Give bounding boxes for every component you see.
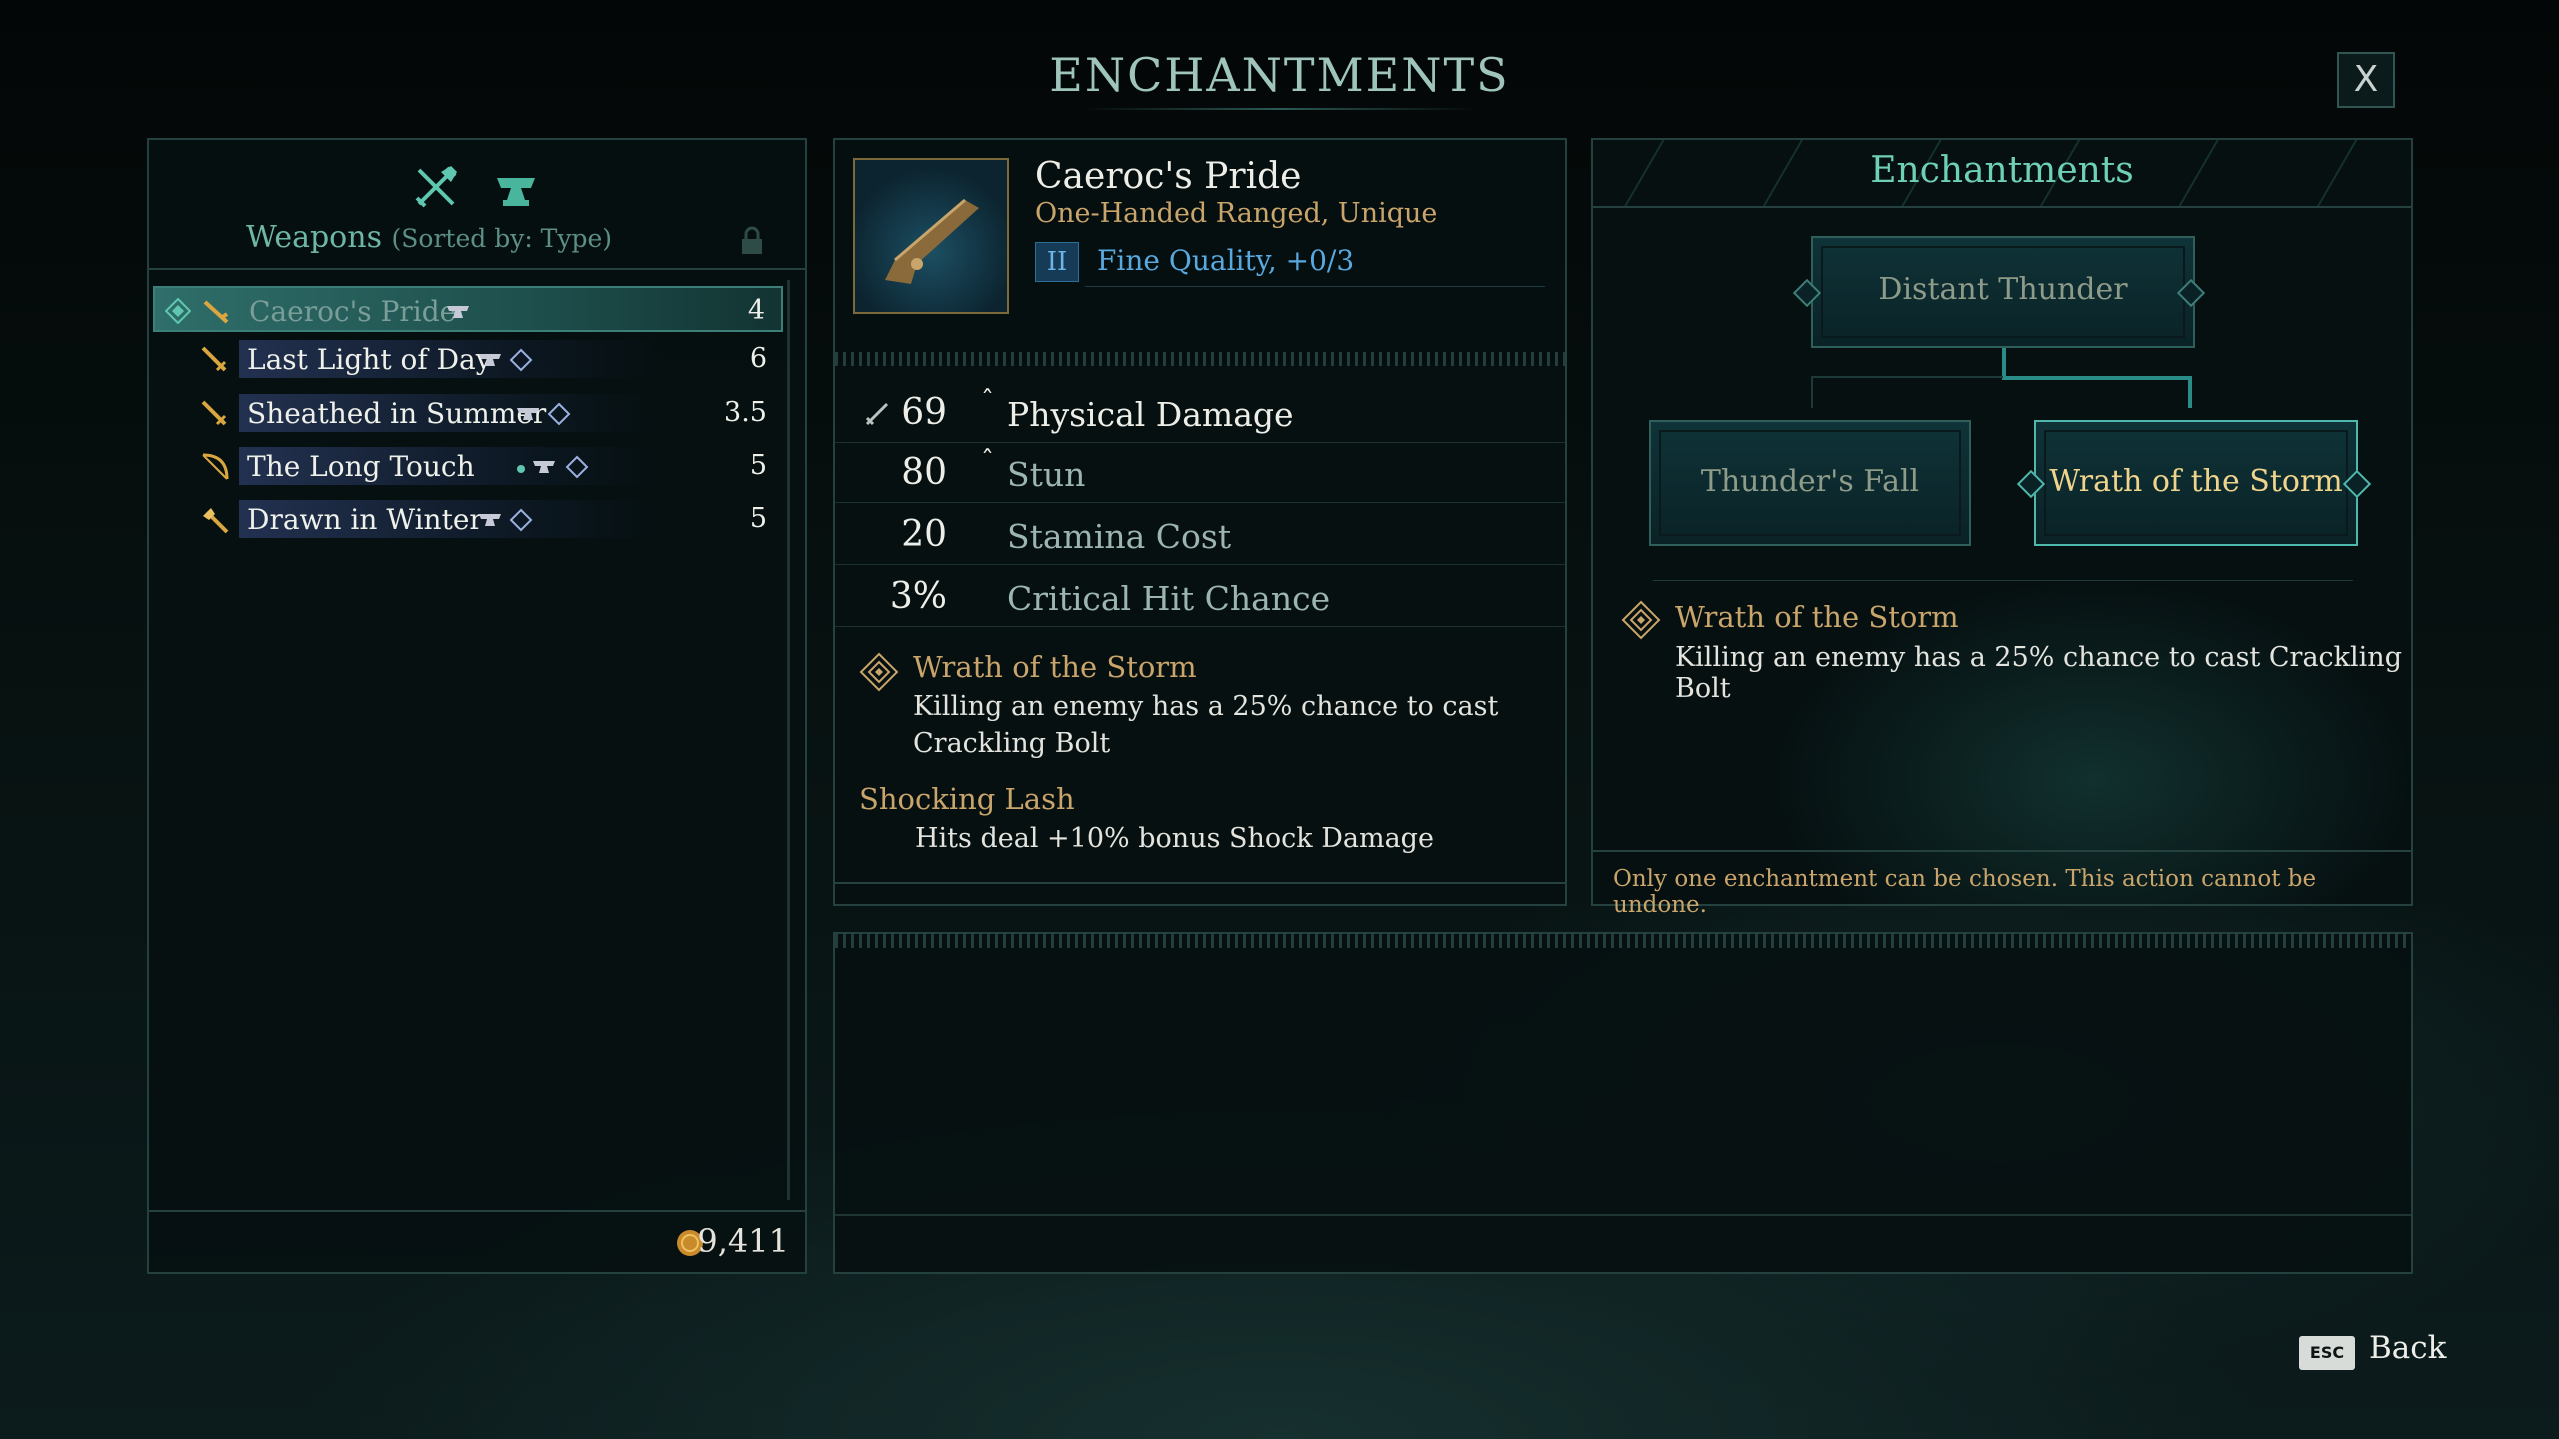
selection-marker-icon [165,298,191,324]
list-item[interactable]: Caeroc's Pride 4 [153,286,783,332]
anvil-enchant-icons [479,508,533,532]
anvil-enchant-icons [517,402,571,426]
tree-connector [2002,348,2006,378]
list-item-name: The Long Touch [247,450,475,483]
quality-tier-badge: II [1035,242,1079,282]
stat-value: 80 [901,452,947,493]
enchant-node-right[interactable]: Wrath of the Storm [2034,420,2358,546]
tree-title: Enchantments [1870,150,2134,191]
list-item-value: 6 [749,343,767,374]
stat-label: Physical Damage [1007,395,1294,434]
currency-amount: 9,411 [697,1222,789,1260]
tree-connector [2188,376,2192,408]
enchantment-icon [1621,600,1661,640]
stat-row: 20 Stamina Cost [835,504,1565,565]
list-item-name: Drawn in Winter [247,503,483,536]
page-title: ENCHANTMENTS [1049,48,1510,102]
sword-icon [201,400,227,426]
stat-row: 80 ˆ Stun [835,442,1565,503]
sort-label[interactable]: (Sorted by: Type) [392,224,613,253]
firearm-icon [203,300,229,324]
crossed-weapons-icon[interactable] [411,162,461,212]
anvil-enchant-icons [479,348,533,372]
back-button[interactable]: Back [2369,1330,2446,1366]
enchantment-description: Hits deal +10% bonus Shock Damage [915,823,1434,854]
panel-divider [835,1214,2411,1216]
bow-icon [202,453,229,480]
lock-icon[interactable] [739,226,765,256]
node-label: Wrath of the Storm [2049,464,2343,499]
stat-row: 69 ˆ Physical Damage [835,382,1565,443]
list-scrollbar[interactable] [787,280,790,1200]
damage-icon [865,402,889,426]
quality-label: Fine Quality, +0/3 [1097,244,1355,277]
stat-value: 69 [901,392,947,433]
enchantment-description: Killing an enemy has a 25% chance to cas… [913,691,1499,759]
tree-connector [1813,376,2003,378]
tree-header: Enchantments [1593,140,2411,208]
list-item-name: Sheathed in Summer [247,397,547,430]
item-detail-panel: Caeroc's Pride One-Handed Ranged, Unique… [833,138,1567,906]
item-thumbnail [853,158,1009,314]
list-header: Weapons (Sorted by: Type) [149,140,805,270]
tree-connector [2002,376,2192,380]
list-item[interactable]: The Long Touch 5 [153,443,783,489]
stat-increase-caret: ˆ [981,446,994,476]
axe-icon [203,508,229,534]
weapon-list-panel: Weapons (Sorted by: Type) Caeroc's Pride… [147,138,807,1274]
tree-connector [1811,376,1813,408]
item-type: One-Handed Ranged, Unique [1035,198,1438,229]
stat-increase-caret: ˆ [981,386,994,416]
enchantment-entry: Shocking Lash Hits deal +10% bonus Shock… [859,782,1549,857]
decorative-band [835,934,2411,948]
comparison-panel [833,932,2413,1274]
stat-label: Stamina Cost [1007,517,1232,556]
sword-icon [201,346,227,372]
tree-divider [1653,580,2353,581]
enchant-node-root[interactable]: Distant Thunder [1811,236,2195,348]
stat-row: 3% Critical Hit Chance [835,566,1565,627]
enchantment-tree-panel: Enchantments Distant Thunder Thunder's F… [1591,138,2413,918]
selected-enchantment-title: Wrath of the Storm [1675,600,1959,634]
enchantment-title: Wrath of the Storm [913,650,1197,684]
quality-divider [1085,286,1545,287]
node-label: Distant Thunder [1878,272,2128,307]
pistol-icon [885,198,979,284]
item-name: Caeroc's Pride [1035,156,1302,197]
list-item[interactable]: Sheathed in Summer 3.5 [153,390,783,436]
stat-label: Critical Hit Chance [1007,579,1331,618]
esc-key-hint: ESC [2299,1336,2355,1370]
list-item[interactable]: Drawn in Winter 5 [153,496,783,542]
footer-divider [149,1210,805,1212]
selected-enchantment-description: Killing an enemy has a 25% chance to cas… [1675,642,2402,704]
list-item-value: 4 [747,295,765,326]
list-item-name: Last Light of Day [247,343,492,376]
list-item-name: Caeroc's Pride [249,295,457,328]
warning-text: Only one enchantment can be chosen. This… [1613,866,2317,918]
node-label: Thunder's Fall [1700,464,1920,499]
list-item-value: 3.5 [724,397,767,428]
title-divider [1080,108,1480,110]
enchantment-icon [859,652,899,692]
stat-label: Stun [1007,455,1086,494]
list-title: Weapons (Sorted by: Type) [149,220,709,255]
list-title-label: Weapons [245,220,382,255]
list-item-value: 5 [749,503,767,534]
anvil-icon[interactable] [491,162,541,212]
panel-divider [835,882,1565,884]
anvil-icon [447,306,469,318]
decorative-band [835,352,1565,366]
enchantment-entry: Wrath of the Storm Killing an enemy has … [913,650,1553,762]
stat-value: 3% [889,576,947,617]
stat-value: 20 [901,514,947,555]
list-item-value: 5 [749,450,767,481]
list-item[interactable]: Last Light of Day 6 [153,336,783,382]
close-button[interactable]: X [2337,52,2395,108]
enchant-node-left[interactable]: Thunder's Fall [1649,420,1971,546]
bonus-anvil-enchant-icons [517,455,589,479]
footer-divider [1593,850,2411,852]
enchantment-title: Shocking Lash [859,782,1075,816]
